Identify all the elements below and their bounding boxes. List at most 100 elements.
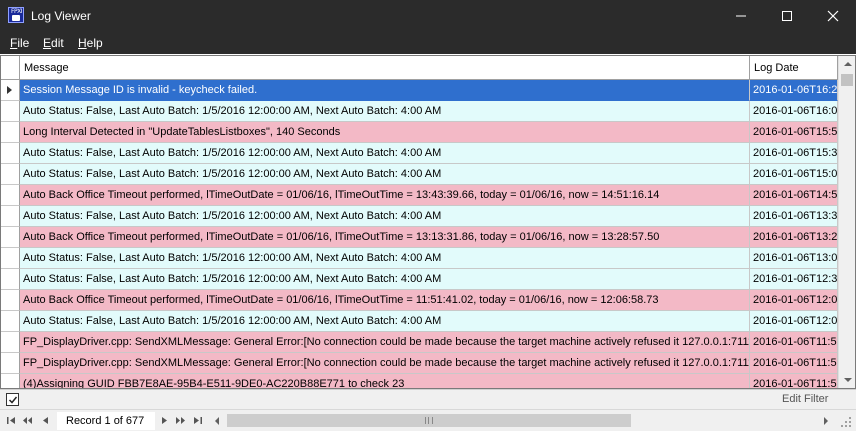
message-cell[interactable]: (4)Assigning GUID FBB7E8AE-95B4-E511-9DE…: [20, 374, 750, 388]
log-date-cell[interactable]: 2016-01-06T13:3: [750, 206, 838, 227]
table-row[interactable]: FP_DisplayDriver.cpp: SendXMLMessage: Ge…: [1, 332, 838, 353]
message-cell[interactable]: Auto Status: False, Last Auto Batch: 1/5…: [20, 269, 750, 290]
column-header-log-date[interactable]: Log Date: [750, 56, 838, 80]
row-selector[interactable]: [1, 122, 20, 143]
message-cell[interactable]: Auto Back Office Timeout performed, lTim…: [20, 227, 750, 248]
row-selector[interactable]: [1, 311, 20, 332]
log-date-cell[interactable]: 2016-01-06T11:5: [750, 332, 838, 353]
row-selector[interactable]: [1, 80, 20, 101]
log-date-cell[interactable]: 2016-01-06T14:5: [750, 185, 838, 206]
table-row[interactable]: Auto Status: False, Last Auto Batch: 1/5…: [1, 269, 838, 290]
row-selector[interactable]: [1, 164, 20, 185]
log-date-cell[interactable]: 2016-01-06T12:0: [750, 290, 838, 311]
table-row[interactable]: Auto Back Office Timeout performed, lTim…: [1, 290, 838, 311]
app-icon[interactable]: FPXI: [8, 7, 24, 23]
log-date-cell[interactable]: 2016-01-06T13:2: [750, 227, 838, 248]
filter-bar: Edit Filter: [0, 389, 856, 409]
vertical-scroll-thumb[interactable]: [841, 74, 853, 86]
last-record-button[interactable]: [192, 415, 203, 426]
message-cell[interactable]: Auto Back Office Timeout performed, lTim…: [20, 185, 750, 206]
menu-file[interactable]: File: [10, 36, 29, 50]
message-cell[interactable]: FP_DisplayDriver.cpp: SendXMLMessage: Ge…: [20, 332, 750, 353]
arrow-left-icon: [215, 417, 219, 425]
maximize-button[interactable]: [764, 0, 810, 32]
row-selector[interactable]: [1, 374, 20, 388]
table-row[interactable]: Auto Status: False, Last Auto Batch: 1/5…: [1, 101, 838, 122]
table-row[interactable]: FP_DisplayDriver.cpp: SendXMLMessage: Ge…: [1, 353, 838, 374]
column-header-message[interactable]: Message: [20, 56, 750, 80]
message-cell[interactable]: Auto Status: False, Last Auto Batch: 1/5…: [20, 248, 750, 269]
message-cell[interactable]: Auto Status: False, Last Auto Batch: 1/5…: [20, 164, 750, 185]
filter-enabled-checkbox[interactable]: [6, 393, 19, 406]
row-selector[interactable]: [1, 227, 20, 248]
arrow-right-icon: [824, 417, 828, 425]
table-row[interactable]: (4)Assigning GUID FBB7E8AE-95B4-E511-9DE…: [1, 374, 838, 388]
title-bar: FPXI Log Viewer: [0, 0, 856, 32]
row-selector[interactable]: [1, 269, 20, 290]
scroll-left-button[interactable]: [209, 412, 226, 429]
prev-record-icon: [43, 417, 48, 424]
log-date-cell[interactable]: 2016-01-06T15:3: [750, 143, 838, 164]
minimize-button[interactable]: [718, 0, 764, 32]
scroll-right-button[interactable]: [817, 412, 834, 429]
table-row[interactable]: Session Message ID is invalid - keycheck…: [1, 80, 838, 101]
log-date-cell[interactable]: 2016-01-06T12:0: [750, 311, 838, 332]
prev-record-button[interactable]: [40, 415, 51, 426]
scroll-up-button[interactable]: [839, 56, 855, 73]
table-row[interactable]: Auto Status: False, Last Auto Batch: 1/5…: [1, 164, 838, 185]
message-cell[interactable]: Auto Status: False, Last Auto Batch: 1/5…: [20, 311, 750, 332]
last-record-icon: [194, 417, 202, 424]
prev-page-button[interactable]: [22, 415, 33, 426]
message-cell[interactable]: Auto Back Office Timeout performed, lTim…: [20, 290, 750, 311]
resize-grip-icon[interactable]: [840, 416, 852, 428]
vertical-scrollbar[interactable]: [838, 56, 855, 388]
message-cell[interactable]: Auto Status: False, Last Auto Batch: 1/5…: [20, 206, 750, 227]
row-selector[interactable]: [1, 185, 20, 206]
edit-filter-button[interactable]: Edit Filter: [782, 393, 828, 405]
row-selector[interactable]: [1, 248, 20, 269]
table-row[interactable]: Auto Status: False, Last Auto Batch: 1/5…: [1, 311, 838, 332]
arrow-up-icon: [844, 62, 852, 66]
table-row[interactable]: Auto Status: False, Last Auto Batch: 1/5…: [1, 206, 838, 227]
table-row[interactable]: Long Interval Detected in "UpdateTablesL…: [1, 122, 838, 143]
log-grid[interactable]: Message Log Date Session Message ID is i…: [0, 55, 856, 389]
scroll-down-button[interactable]: [839, 371, 855, 388]
log-date-cell[interactable]: 2016-01-06T15:5: [750, 122, 838, 143]
close-icon: [827, 10, 839, 22]
log-date-cell[interactable]: 2016-01-06T13:0: [750, 248, 838, 269]
next-record-button[interactable]: [159, 415, 170, 426]
table-row[interactable]: Auto Back Office Timeout performed, lTim…: [1, 185, 838, 206]
first-record-button[interactable]: [6, 415, 17, 426]
table-row[interactable]: Auto Back Office Timeout performed, lTim…: [1, 227, 838, 248]
menu-edit[interactable]: Edit: [43, 36, 64, 50]
row-selector[interactable]: [1, 101, 20, 122]
row-selector[interactable]: [1, 332, 20, 353]
next-record-icon: [162, 417, 167, 424]
horizontal-scrollbar[interactable]: [209, 412, 834, 429]
message-cell[interactable]: Auto Status: False, Last Auto Batch: 1/5…: [20, 143, 750, 164]
grid-rows: Session Message ID is invalid - keycheck…: [1, 80, 838, 388]
log-date-cell[interactable]: 2016-01-06T16:0: [750, 101, 838, 122]
next-page-button[interactable]: [175, 415, 186, 426]
row-selector[interactable]: [1, 353, 20, 374]
log-date-cell[interactable]: 2016-01-06T11:5: [750, 353, 838, 374]
message-cell[interactable]: Long Interval Detected in "UpdateTablesL…: [20, 122, 750, 143]
prev-page-icon: [23, 417, 32, 424]
table-row[interactable]: Auto Status: False, Last Auto Batch: 1/5…: [1, 143, 838, 164]
message-cell[interactable]: FP_DisplayDriver.cpp: SendXMLMessage: Ge…: [20, 353, 750, 374]
log-date-cell[interactable]: 2016-01-06T12:3: [750, 269, 838, 290]
log-date-cell[interactable]: 2016-01-06T11:5: [750, 374, 838, 388]
row-selector[interactable]: [1, 290, 20, 311]
log-date-cell[interactable]: 2016-01-06T15:0: [750, 164, 838, 185]
close-button[interactable]: [810, 0, 856, 32]
message-cell[interactable]: Auto Status: False, Last Auto Batch: 1/5…: [20, 101, 750, 122]
row-selector[interactable]: [1, 143, 20, 164]
table-row[interactable]: Auto Status: False, Last Auto Batch: 1/5…: [1, 248, 838, 269]
message-cell[interactable]: Session Message ID is invalid - keycheck…: [20, 80, 750, 101]
horizontal-scroll-thumb[interactable]: [227, 414, 631, 427]
menu-help[interactable]: Help: [78, 36, 103, 50]
log-date-cell[interactable]: 2016-01-06T16:2: [750, 80, 838, 101]
record-navigator: Record 1 of 677: [0, 409, 856, 431]
minimize-icon: [736, 15, 746, 17]
row-selector[interactable]: [1, 206, 20, 227]
